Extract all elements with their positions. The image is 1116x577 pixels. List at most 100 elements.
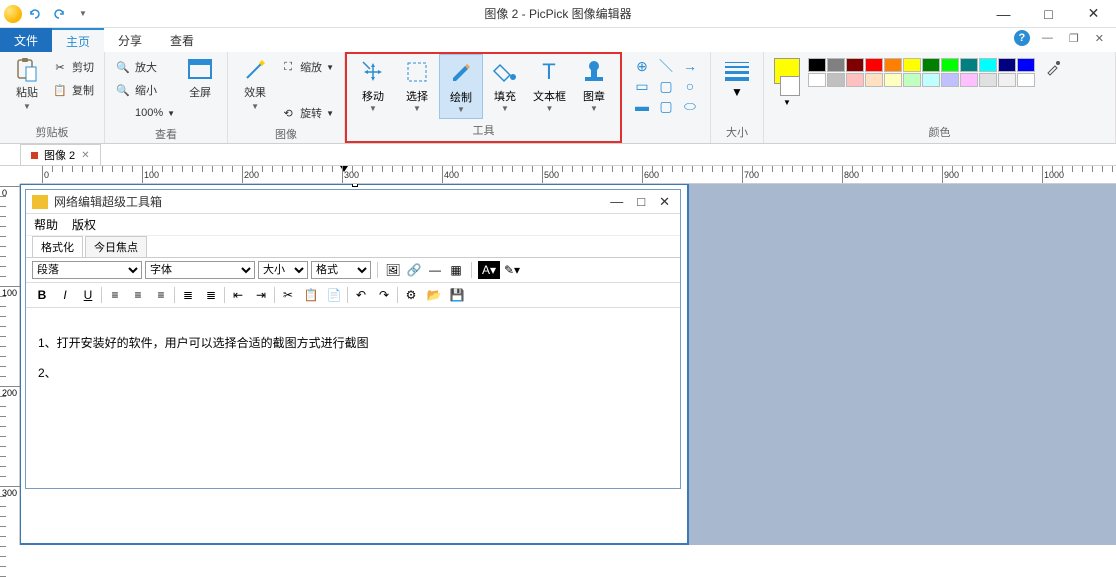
fullscreen-button[interactable]: 全屏 xyxy=(179,54,221,104)
tb-table-icon[interactable]: ▦ xyxy=(447,261,465,279)
rotate-button[interactable]: ⟲旋转 ▼ xyxy=(276,102,338,124)
tb-link-icon[interactable]: 🔗 xyxy=(405,261,423,279)
tb-paste[interactable]: 📄 xyxy=(324,286,344,304)
zoomin-button[interactable]: 🔍放大 xyxy=(111,56,179,78)
color-swatch[interactable] xyxy=(865,58,883,72)
menu-help[interactable]: 帮助 xyxy=(34,216,58,233)
paragraph-select[interactable]: 段落 xyxy=(32,261,142,279)
effects-button[interactable]: 效果 ▼ xyxy=(234,54,276,115)
color-swatch[interactable] xyxy=(922,58,940,72)
tool-move[interactable]: 移动▼ xyxy=(351,54,395,117)
shape-ellipse[interactable]: ○ xyxy=(678,76,702,96)
shape-line[interactable]: ＼ xyxy=(654,56,678,76)
embedded-content-area[interactable]: 1、打开安装好的软件，用户可以选择合适的截图方式进行截图 2、 xyxy=(26,308,680,488)
app-orb-icon[interactable] xyxy=(4,5,22,23)
color-swatch[interactable] xyxy=(827,58,845,72)
color-palette[interactable] xyxy=(808,58,1035,87)
tb-image-icon[interactable]: 🖼 xyxy=(384,261,402,279)
mdi-minimize-button[interactable]: — xyxy=(1038,32,1057,44)
color-swatch[interactable] xyxy=(846,58,864,72)
color-swatch[interactable] xyxy=(884,58,902,72)
shape-roundrect[interactable]: ▢ xyxy=(654,76,678,96)
tb-redo[interactable]: ↷ xyxy=(374,286,394,304)
embedded-minimize-button[interactable]: — xyxy=(610,194,623,210)
tb-outdent[interactable]: ⇤ xyxy=(228,286,248,304)
tab-file[interactable]: 文件 xyxy=(0,28,52,52)
color-swatch[interactable] xyxy=(979,73,997,87)
fontsize-select[interactable]: 大小 xyxy=(258,261,308,279)
tb-save[interactable]: 💾 xyxy=(447,286,467,304)
embedded-close-button[interactable]: ✕ xyxy=(659,194,670,210)
paste-button[interactable]: 粘贴 ▼ xyxy=(6,54,48,115)
line-size-button[interactable]: ▼ xyxy=(717,54,757,103)
qat-dropdown-icon[interactable]: ▼ xyxy=(72,3,94,25)
cut-button[interactable]: ✂剪切 xyxy=(48,56,98,78)
window-close-button[interactable]: ✕ xyxy=(1071,0,1116,28)
color-swatch[interactable] xyxy=(903,58,921,72)
tb-underline[interactable]: U xyxy=(78,286,98,304)
tb-list-ul[interactable]: ≣ xyxy=(201,286,221,304)
document-tab[interactable]: 图像 2 ✕ xyxy=(20,144,101,165)
tool-text[interactable]: T 文本框▼ xyxy=(527,54,572,117)
zoom100-button[interactable]: 100% ▼ xyxy=(111,102,179,124)
shape-ellipse-fill[interactable]: ⬭ xyxy=(678,96,702,116)
tb-source[interactable]: ⚙ xyxy=(401,286,421,304)
color-swatch[interactable] xyxy=(941,58,959,72)
format-select[interactable]: 格式 xyxy=(311,261,371,279)
qat-undo-button[interactable] xyxy=(24,3,46,25)
color-swatch[interactable] xyxy=(998,73,1016,87)
resize-button[interactable]: ⛶缩放 ▼ xyxy=(276,56,338,78)
shape-rect[interactable]: ▭ xyxy=(630,76,654,96)
mdi-restore-button[interactable]: ❐ xyxy=(1065,32,1083,45)
window-maximize-button[interactable]: □ xyxy=(1026,0,1071,28)
color-swatch[interactable] xyxy=(1017,73,1035,87)
color-swatch[interactable] xyxy=(998,58,1016,72)
menu-copyright[interactable]: 版权 xyxy=(72,216,96,233)
resize-handle-top[interactable] xyxy=(352,184,358,187)
tb-align-center[interactable]: ≡ xyxy=(128,286,148,304)
help-icon[interactable]: ? xyxy=(1014,30,1030,46)
qat-redo-button[interactable] xyxy=(48,3,70,25)
tool-stamp[interactable]: 图章▼ xyxy=(572,54,616,117)
tb-bgcolor-button[interactable]: ✎▾ xyxy=(503,261,521,279)
shape-roundrect-fill[interactable]: ▢ xyxy=(654,96,678,116)
color-swatch[interactable] xyxy=(808,73,826,87)
tab-view[interactable]: 查看 xyxy=(156,28,208,52)
tb-undo[interactable]: ↶ xyxy=(351,286,371,304)
color-swatch[interactable] xyxy=(960,58,978,72)
shape-circle-plus[interactable]: ⊕ xyxy=(630,56,654,76)
zoomout-button[interactable]: 🔍缩小 xyxy=(111,79,179,101)
color-secondary[interactable] xyxy=(780,76,800,96)
window-minimize-button[interactable]: — xyxy=(981,0,1026,28)
embedded-maximize-button[interactable]: □ xyxy=(637,194,645,210)
tb-bold[interactable]: B xyxy=(32,286,52,304)
shape-rect-fill[interactable]: ▬ xyxy=(630,96,654,116)
tool-draw[interactable]: 绘制▼ xyxy=(439,54,483,119)
embed-tab-format[interactable]: 格式化 xyxy=(32,236,83,257)
mdi-close-button[interactable]: ✕ xyxy=(1091,32,1108,45)
tb-cut[interactable]: ✂ xyxy=(278,286,298,304)
color-swatch[interactable] xyxy=(979,58,997,72)
tb-align-right[interactable]: ≡ xyxy=(151,286,171,304)
font-select[interactable]: 字体 xyxy=(145,261,255,279)
tool-fill[interactable]: 填充▼ xyxy=(483,54,527,117)
eyedropper-button[interactable] xyxy=(1043,58,1063,78)
tb-align-left[interactable]: ≡ xyxy=(105,286,125,304)
color-swatch[interactable] xyxy=(808,58,826,72)
color-swatch[interactable] xyxy=(1017,58,1035,72)
tb-indent[interactable]: ⇥ xyxy=(251,286,271,304)
color-swatch[interactable] xyxy=(865,73,883,87)
color-swatch[interactable] xyxy=(922,73,940,87)
tb-list-ol[interactable]: ≣ xyxy=(178,286,198,304)
copy-button[interactable]: 📋复制 xyxy=(48,79,98,101)
tool-select[interactable]: 选择▼ xyxy=(395,54,439,117)
color-swatch[interactable] xyxy=(846,73,864,87)
shape-arrow[interactable]: → xyxy=(678,56,702,76)
tb-copy[interactable]: 📋 xyxy=(301,286,321,304)
color-swatch[interactable] xyxy=(903,73,921,87)
tb-textcolor-button[interactable]: A▾ xyxy=(478,261,500,279)
embed-tab-today[interactable]: 今日焦点 xyxy=(85,236,147,257)
color-swatch[interactable] xyxy=(884,73,902,87)
canvas-area[interactable]: 网络编辑超级工具箱 — □ ✕ 帮助 版权 格式化 今日焦点 段落 xyxy=(20,184,1116,545)
close-tab-button[interactable]: ✕ xyxy=(81,150,89,161)
